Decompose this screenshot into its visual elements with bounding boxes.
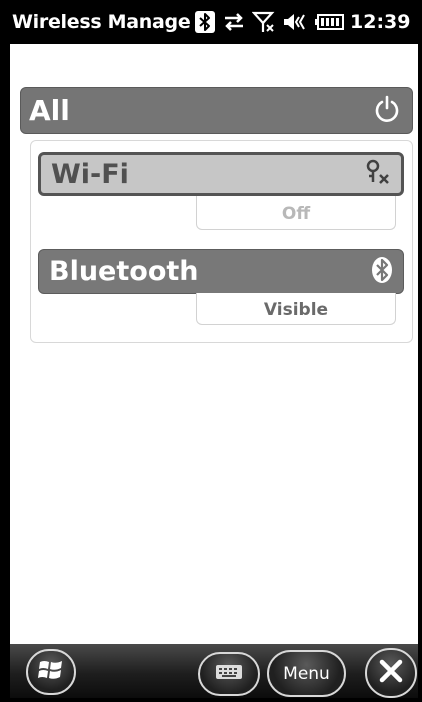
wifi-state: Off	[196, 196, 396, 230]
windows-start-icon	[36, 656, 66, 688]
close-icon	[377, 657, 405, 689]
bluetooth-toggle[interactable]: Bluetooth	[38, 249, 404, 294]
start-button[interactable]	[26, 649, 76, 695]
keyboard-icon	[215, 664, 243, 684]
app-title: Wireless Manager	[12, 11, 190, 33]
clock[interactable]: 12:39	[350, 11, 410, 33]
frame-edge-right	[418, 0, 422, 702]
no-signal-icon[interactable]	[252, 10, 276, 34]
frame-edge-bottom	[0, 698, 422, 702]
wifi-disabled-icon	[363, 158, 391, 190]
status-bar: Wireless Manager 12:39	[10, 0, 418, 44]
frame-edge-left	[0, 0, 10, 702]
wireless-manager-screen: Wireless Manager 12:39 All Wi-Fi Off Blu…	[0, 0, 422, 702]
keyboard-button[interactable]	[198, 652, 260, 696]
bluetooth-icon[interactable]	[194, 10, 216, 34]
bluetooth-icon	[371, 256, 393, 288]
bluetooth-state: Visible	[196, 293, 396, 325]
menu-label: Menu	[283, 663, 330, 684]
power-icon[interactable]	[374, 95, 400, 127]
data-transfer-icon[interactable]	[222, 11, 246, 33]
menu-button[interactable]: Menu	[267, 650, 346, 697]
all-radios-toggle[interactable]: All	[20, 87, 413, 134]
close-button[interactable]	[365, 648, 417, 698]
status-icons	[194, 10, 344, 34]
wifi-label: Wi-Fi	[51, 158, 129, 190]
battery-icon[interactable]	[314, 13, 344, 31]
volume-icon[interactable]	[282, 11, 308, 33]
all-label: All	[29, 94, 70, 127]
bluetooth-label: Bluetooth	[49, 256, 199, 287]
wifi-toggle[interactable]: Wi-Fi	[38, 152, 404, 196]
